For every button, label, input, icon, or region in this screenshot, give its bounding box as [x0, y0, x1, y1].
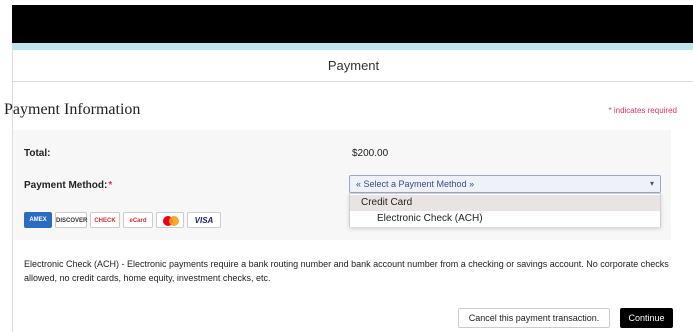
payment-method-select[interactable]: « Select a Payment Method » ▾	[349, 175, 661, 193]
cancel-button[interactable]: Cancel this payment transaction.	[458, 308, 610, 328]
payment-method-dropdown: Credit Card Electronic Check (ACH)	[349, 193, 661, 227]
visa-logo: VISA	[187, 212, 221, 228]
payment-method-select-value: « Select a Payment Method »	[356, 179, 475, 189]
option-credit-card[interactable]: Credit Card	[350, 195, 660, 211]
chevron-down-icon: ▾	[649, 179, 654, 188]
page-header: Payment	[13, 50, 693, 82]
option-electronic-check[interactable]: Electronic Check (ACH)	[350, 211, 660, 227]
mastercard-logo	[156, 212, 184, 228]
required-note: * indicates required	[608, 106, 678, 115]
browser-top-bar	[12, 5, 693, 43]
required-note-text: indicates required	[613, 106, 677, 115]
discover-logo: DISCOVER	[55, 212, 87, 228]
payment-card: Total: $200.00 Payment Method:* « Select…	[13, 130, 671, 240]
ecard-logo: eCard	[123, 212, 153, 228]
section-title: Payment Information	[4, 101, 141, 118]
amex-logo: AMEX	[24, 212, 52, 228]
payment-page: Payment Payment Information * indicates …	[4, 50, 693, 332]
payment-method-label: Payment Method:*	[24, 180, 112, 191]
required-mark: *	[108, 180, 113, 191]
mastercard-yellow-circle	[169, 216, 179, 226]
continue-button[interactable]: Continue	[620, 308, 673, 328]
total-label: Total:	[24, 148, 51, 159]
total-value: $200.00	[352, 148, 389, 159]
payment-method-label-text: Payment Method:	[24, 180, 108, 191]
payment-logos: AMEX DISCOVER CHECK eCard VISA	[24, 212, 239, 228]
ach-description: Electronic Check (ACH) - Electronic paym…	[24, 259, 669, 283]
page-title: Payment	[327, 58, 380, 73]
payment-method-placeholder: Select a Payment Method	[363, 179, 467, 189]
check-logo: CHECK	[90, 212, 120, 228]
accent-strip	[12, 43, 693, 50]
